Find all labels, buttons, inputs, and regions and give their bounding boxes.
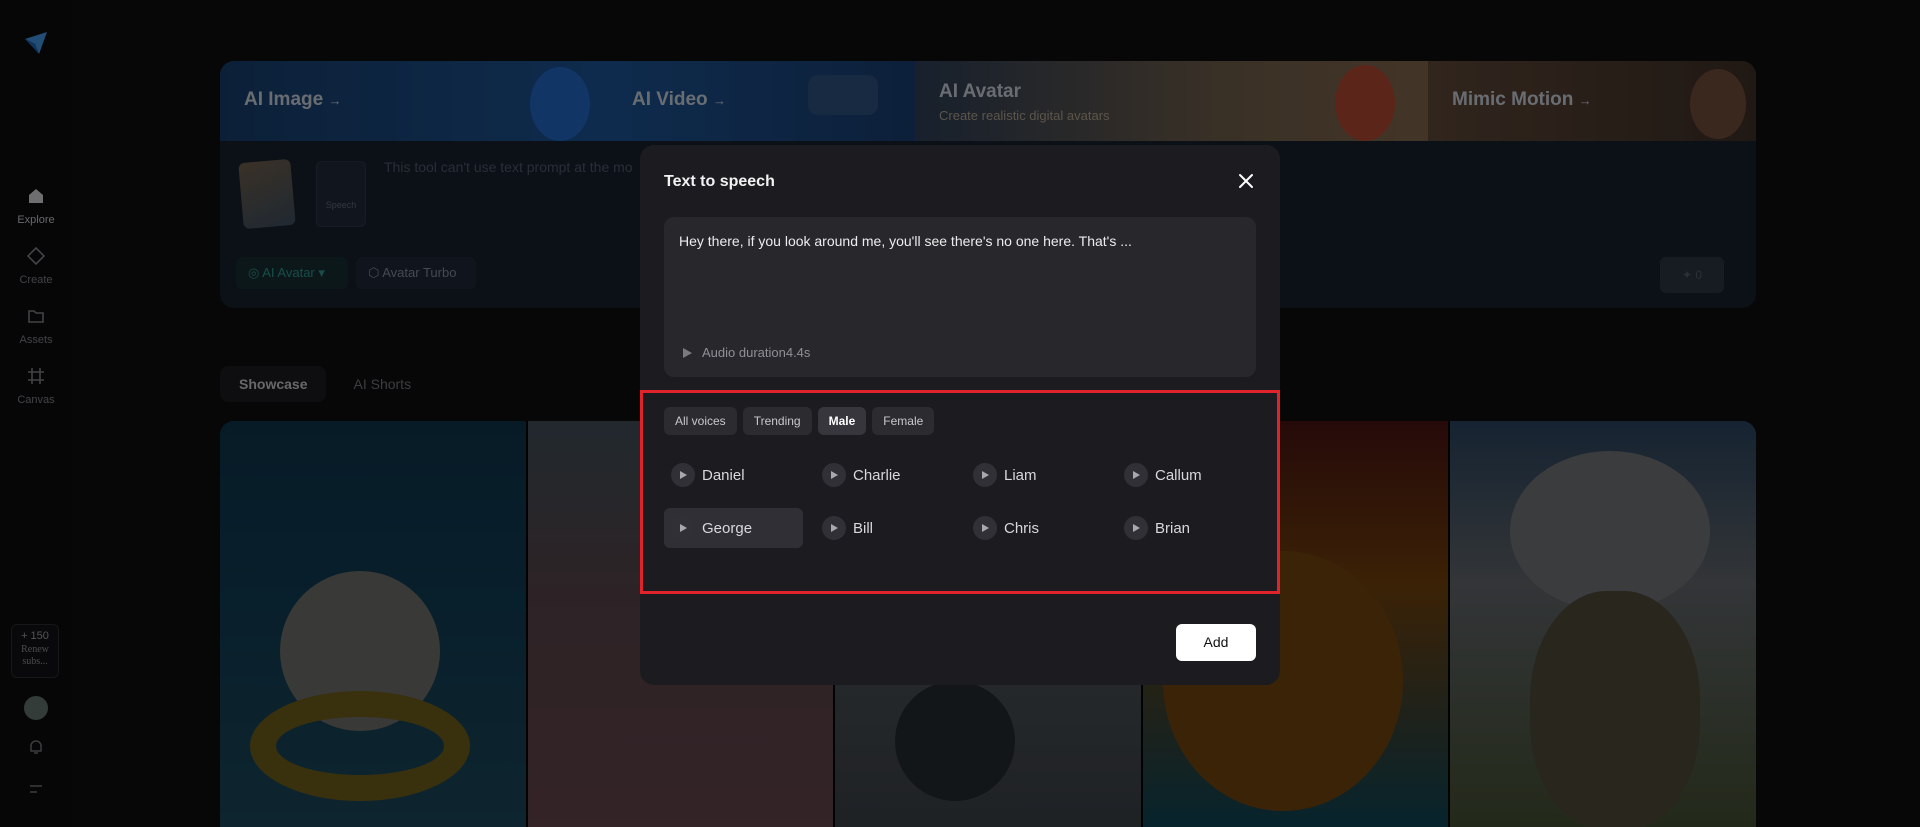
play-icon[interactable] xyxy=(1124,463,1148,487)
voice-list: Daniel Charlie Liam Callum George Bill C… xyxy=(664,455,1256,548)
play-icon[interactable] xyxy=(822,516,846,540)
dialog-title: Text to speech xyxy=(664,173,775,190)
add-button[interactable]: Add xyxy=(1176,624,1256,661)
play-icon[interactable] xyxy=(973,463,997,487)
voice-name: Chris xyxy=(1004,519,1040,537)
voice-filter-tabs: All voices Trending Male Female xyxy=(664,407,935,435)
play-icon[interactable] xyxy=(671,516,695,540)
voice-option-bill[interactable]: Bill xyxy=(815,508,954,548)
voice-name: George xyxy=(702,519,753,537)
close-icon[interactable] xyxy=(1236,171,1256,191)
filter-female[interactable]: Female xyxy=(872,407,935,435)
text-to-speech-dialog: Text to speech Hey there, if you look ar… xyxy=(640,145,1280,685)
filter-all-voices[interactable]: All voices xyxy=(664,407,737,435)
filter-male[interactable]: Male xyxy=(817,407,867,435)
voice-option-chris[interactable]: Chris xyxy=(966,508,1105,548)
voice-name: Daniel xyxy=(702,466,745,484)
voice-name: Bill xyxy=(853,519,874,537)
speech-script-input[interactable]: Hey there, if you look around me, you'll… xyxy=(664,217,1256,377)
voice-option-george[interactable]: George xyxy=(664,508,803,548)
play-icon[interactable] xyxy=(671,463,695,487)
play-icon[interactable] xyxy=(973,516,997,540)
play-icon[interactable] xyxy=(680,346,694,360)
speech-script-text: Hey there, if you look around me, you'll… xyxy=(679,233,1132,249)
voice-name: Brian xyxy=(1155,519,1191,537)
voice-option-callum[interactable]: Callum xyxy=(1117,455,1256,495)
filter-trending[interactable]: Trending xyxy=(742,407,812,435)
voice-name: Callum xyxy=(1155,466,1202,484)
play-icon[interactable] xyxy=(1124,516,1148,540)
voice-option-brian[interactable]: Brian xyxy=(1117,508,1256,548)
audio-preview[interactable]: Audio duration4.4s xyxy=(680,345,810,360)
voice-option-charlie[interactable]: Charlie xyxy=(815,455,954,495)
audio-duration: Audio duration4.4s xyxy=(702,345,811,360)
voice-selector: All voices Trending Male Female Daniel C… xyxy=(640,390,1280,594)
voice-name: Liam xyxy=(1004,466,1037,484)
voice-name: Charlie xyxy=(853,466,901,484)
play-icon[interactable] xyxy=(822,463,846,487)
voice-option-daniel[interactable]: Daniel xyxy=(664,455,803,495)
voice-option-liam[interactable]: Liam xyxy=(966,455,1105,495)
